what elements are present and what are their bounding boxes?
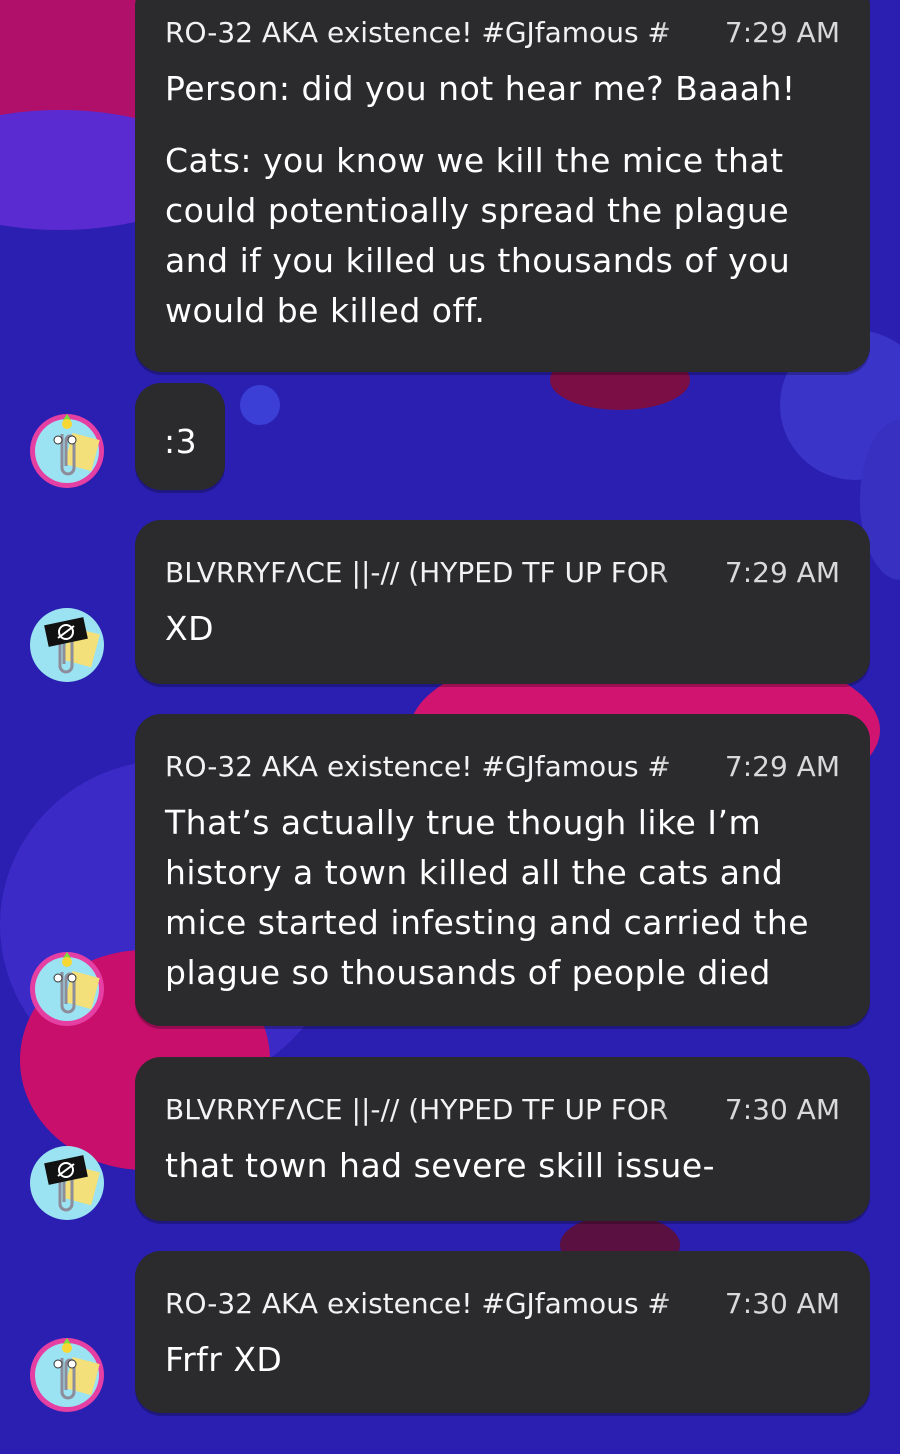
message-text: Frfr XD [165, 1340, 283, 1379]
message-text: :3 [164, 422, 198, 461]
paperclip-null-sign-icon [30, 608, 104, 682]
message-text: that town had severe skill issue- [165, 1146, 716, 1185]
author-name[interactable]: RO-32 AKA existence! #GJfamous # [165, 750, 710, 783]
paperclip-party-hat-icon [30, 1338, 104, 1412]
author-name[interactable]: BLVRRYFΛCE ||-// (HYPED TF UP FOR [165, 1093, 710, 1126]
avatar[interactable] [28, 1336, 106, 1414]
message-bubble[interactable]: :3 [135, 383, 225, 490]
avatar[interactable] [28, 1144, 106, 1222]
author-name[interactable]: BLVRRYFΛCE ||-// (HYPED TF UP FOR [165, 556, 710, 589]
paperclip-party-hat-icon [30, 414, 104, 488]
avatar[interactable] [28, 606, 106, 684]
timestamp: 7:29 AM [724, 749, 840, 783]
author-name[interactable]: RO-32 AKA existence! #GJfamous # [165, 16, 710, 49]
message-text: Person: did you not hear me? Baaah! Cats… [165, 69, 796, 330]
avatar[interactable] [28, 950, 106, 1028]
timestamp: 7:29 AM [724, 15, 840, 49]
timestamp: 7:30 AM [724, 1092, 840, 1126]
message-bubble[interactable]: RO-32 AKA existence! #GJfamous # 7:29 AM… [135, 0, 870, 372]
message-text: XD [165, 609, 215, 648]
timestamp: 7:30 AM [724, 1286, 840, 1320]
message-bubble[interactable]: RO-32 AKA existence! #GJfamous # 7:29 AM… [135, 714, 870, 1026]
timestamp: 7:29 AM [724, 555, 840, 589]
avatar[interactable] [28, 412, 106, 490]
paperclip-party-hat-icon [30, 952, 104, 1026]
message-bubble[interactable]: RO-32 AKA existence! #GJfamous # 7:30 AM… [135, 1251, 870, 1413]
author-name[interactable]: RO-32 AKA existence! #GJfamous # [165, 1287, 710, 1320]
message-bubble[interactable]: BLVRRYFΛCE ||-// (HYPED TF UP FOR 7:30 A… [135, 1057, 870, 1221]
message-text: That’s actually true though like I’m his… [165, 803, 810, 992]
paperclip-null-sign-icon [30, 1146, 104, 1220]
message-bubble[interactable]: BLVRRYFΛCE ||-// (HYPED TF UP FOR 7:29 A… [135, 520, 870, 684]
